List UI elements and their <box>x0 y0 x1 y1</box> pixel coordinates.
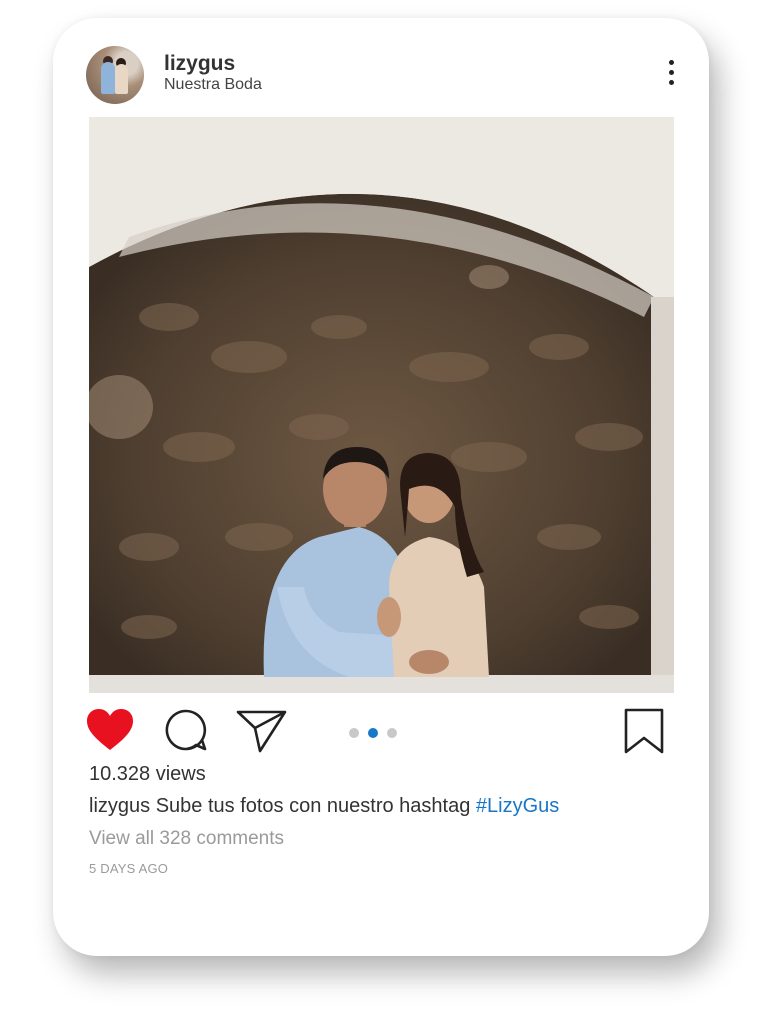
caption-username[interactable]: lizygus <box>89 795 150 817</box>
post-caption: lizygus Sube tus fotos con nuestro hasht… <box>89 795 559 818</box>
post-photo[interactable] <box>89 117 674 693</box>
carousel-indicator <box>349 727 397 739</box>
carousel-dot-active[interactable] <box>368 728 378 738</box>
heart-icon[interactable] <box>86 708 134 752</box>
caption-text: Sube tus fotos con nuestro hashtag <box>150 795 476 817</box>
profile-avatar[interactable] <box>86 46 144 104</box>
comment-bubble-icon[interactable] <box>164 708 208 752</box>
caption-hashtag[interactable]: #LizyGus <box>476 795 559 817</box>
post-location[interactable]: Nuestra Boda <box>164 76 262 94</box>
post-timestamp: 5 DAYS AGO <box>89 861 169 876</box>
bookmark-icon[interactable] <box>623 707 665 755</box>
views-count: 10.328 views <box>89 763 206 785</box>
carousel-dot[interactable] <box>349 728 359 738</box>
post-card: lizygus Nuestra Boda 10.328 views lizygu… <box>53 18 709 956</box>
paper-plane-icon[interactable] <box>236 708 288 754</box>
more-options-icon[interactable] <box>661 60 681 92</box>
post-username[interactable]: lizygus <box>164 52 235 76</box>
carousel-dot[interactable] <box>387 728 397 738</box>
view-comments-link[interactable]: View all 328 comments <box>89 828 284 850</box>
